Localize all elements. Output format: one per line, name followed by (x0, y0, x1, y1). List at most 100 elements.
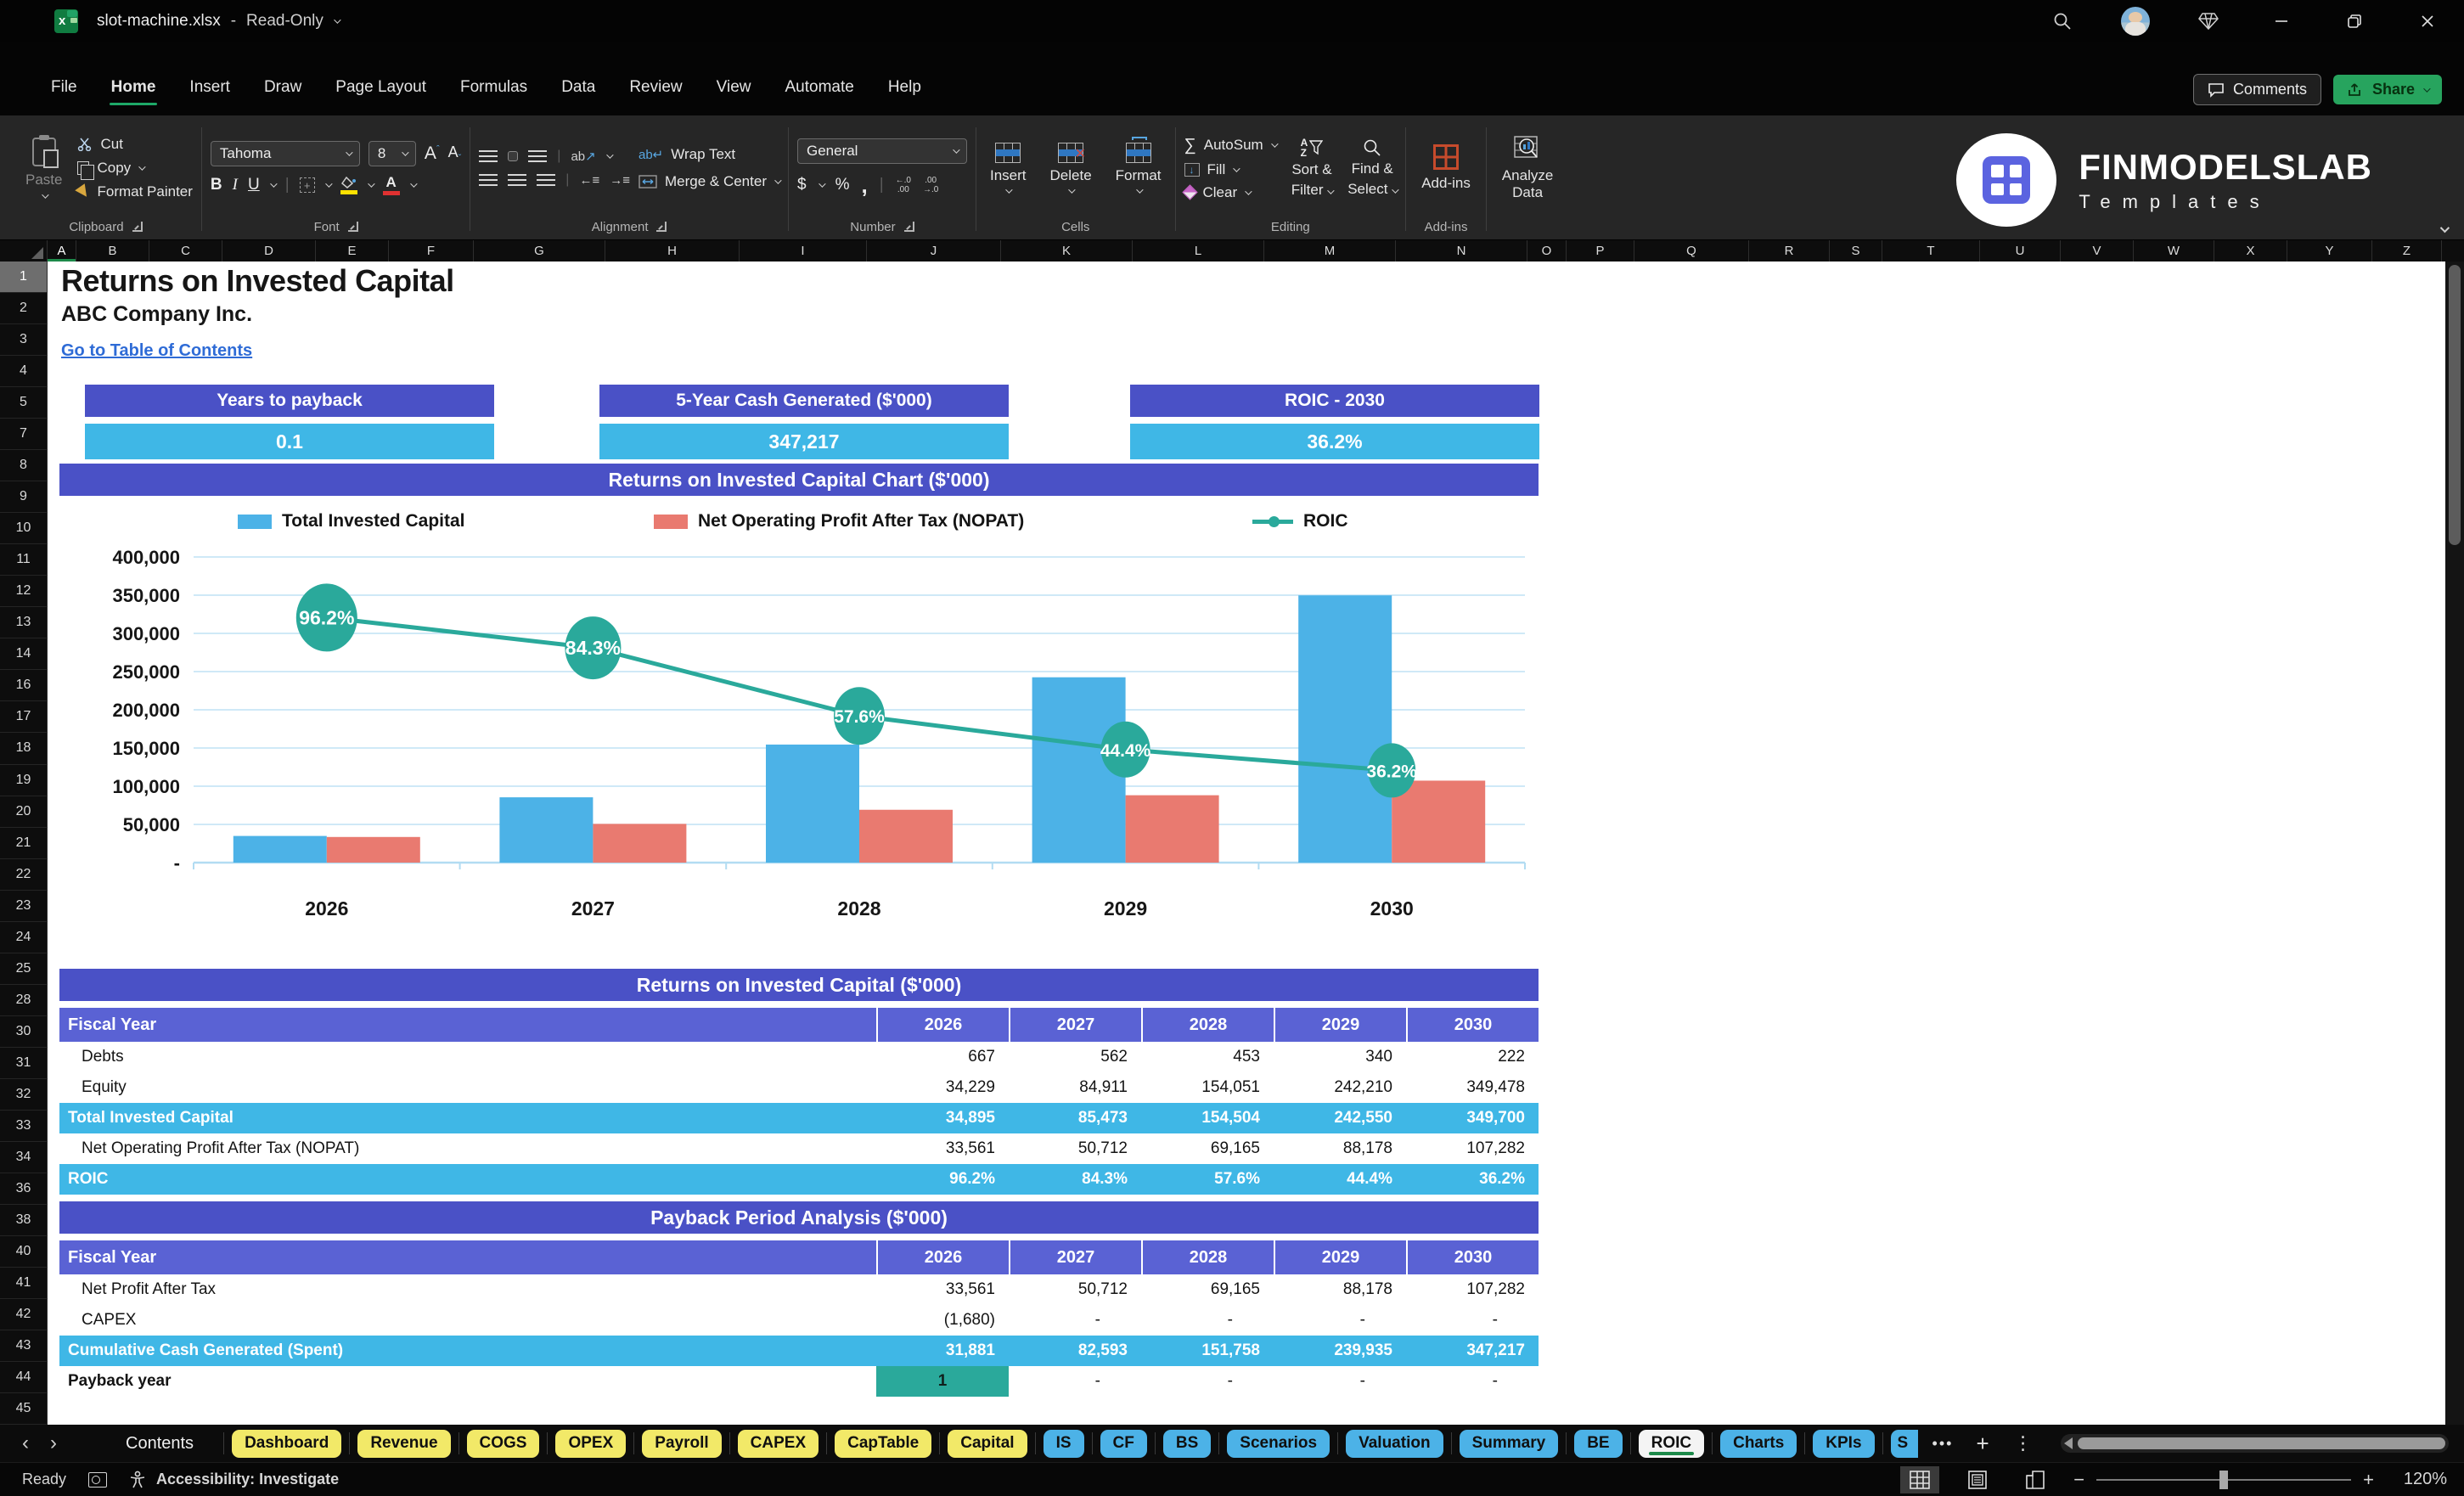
find-select-button[interactable]: Find & Select (1347, 138, 1399, 199)
cut-button[interactable]: Cut (77, 136, 192, 153)
format-painter-button[interactable]: Format Painter (75, 183, 193, 200)
alignment-dialog-launcher-icon[interactable] (656, 222, 667, 232)
underline-button[interactable]: U (248, 176, 260, 194)
column-header-H[interactable]: H (605, 240, 740, 262)
zoom-percentage[interactable]: 120% (2393, 1470, 2447, 1489)
horizontal-scrollbar[interactable] (2060, 1434, 2449, 1453)
row-header-3[interactable]: 3 (0, 324, 48, 357)
cell-value[interactable]: 57.6% (1141, 1164, 1274, 1195)
row-header-1[interactable]: 1 (0, 262, 48, 294)
column-header-E[interactable]: E (316, 240, 389, 262)
sheet-tab-contents[interactable]: Contents (71, 1434, 216, 1454)
cell-value[interactable]: 562 (1009, 1042, 1141, 1072)
sheet-tab-cf[interactable]: CF (1100, 1429, 1147, 1458)
cell-value[interactable]: - (1141, 1305, 1274, 1336)
column-header-Y[interactable]: Y (2287, 240, 2372, 262)
row-header-17[interactable]: 17 (0, 701, 48, 734)
row-header-21[interactable]: 21 (0, 827, 48, 859)
cell-value[interactable]: 349,478 (1406, 1072, 1539, 1103)
cell-value[interactable]: 151,758 (1141, 1336, 1274, 1366)
row-header-41[interactable]: 41 (0, 1268, 48, 1300)
worksheet-content[interactable]: Returns on Invested Capital ABC Company … (48, 262, 2445, 1425)
cell-value[interactable]: 340 (1274, 1042, 1406, 1072)
row-header-45[interactable]: 45 (0, 1393, 48, 1426)
cell-value[interactable]: - (1406, 1366, 1539, 1397)
row-header-18[interactable]: 18 (0, 733, 48, 765)
cell-value[interactable]: - (1274, 1305, 1406, 1336)
column-header-Q[interactable]: Q (1634, 240, 1749, 262)
vertical-scrollbar-thumb[interactable] (2449, 265, 2461, 545)
cell-value[interactable]: 349,700 (1406, 1103, 1539, 1133)
column-header-T[interactable]: T (1882, 240, 1980, 262)
cell-value[interactable]: 239,935 (1274, 1336, 1406, 1366)
align-bottom-icon[interactable] (528, 149, 548, 163)
sheet-tab-captable[interactable]: CapTable (835, 1429, 932, 1458)
vertical-scrollbar[interactable] (2445, 262, 2464, 1425)
column-header-Z[interactable]: Z (2372, 240, 2442, 262)
sheet-tab-summary[interactable]: Summary (1459, 1429, 1559, 1458)
cell-value[interactable]: 107,282 (1406, 1133, 1539, 1164)
column-header-C[interactable]: C (149, 240, 222, 262)
user-avatar[interactable] (2121, 7, 2150, 36)
sheet-tab-revenue[interactable]: Revenue (357, 1429, 451, 1458)
comments-button[interactable]: Comments (2192, 74, 2321, 105)
cell-value[interactable]: - (1141, 1366, 1274, 1397)
zoom-in-button[interactable]: + (2363, 1469, 2374, 1491)
cell-value[interactable]: 88,178 (1274, 1274, 1406, 1305)
row-header-13[interactable]: 13 (0, 607, 48, 639)
cell-value[interactable]: 36.2% (1406, 1164, 1539, 1195)
table-of-contents-link[interactable]: Go to Table of Contents (61, 341, 252, 361)
row-header-44[interactable]: 44 (0, 1362, 48, 1394)
font-size-select[interactable]: 8 (368, 141, 416, 166)
column-header-R[interactable]: R (1749, 240, 1830, 262)
menu-tab-automate[interactable]: Automate (783, 75, 855, 105)
sheet-tab-capital[interactable]: Capital (948, 1429, 1027, 1458)
cell-value[interactable]: 34,229 (876, 1072, 1009, 1103)
search-icon[interactable] (2048, 7, 2077, 36)
sheet-tab-opex[interactable]: OPEX (555, 1429, 627, 1458)
menu-tab-file[interactable]: File (49, 75, 79, 105)
comma-style-button[interactable]: , (861, 172, 867, 199)
read-only-chevron-icon[interactable] (334, 16, 341, 24)
increase-decimal-button[interactable]: ←.0.00 (896, 176, 911, 194)
row-header-24[interactable]: 24 (0, 921, 48, 953)
decrease-font-icon[interactable]: Aˇ (448, 143, 462, 164)
horizontal-scrollbar-thumb[interactable] (2077, 1437, 2445, 1449)
row-header-38[interactable]: 38 (0, 1204, 48, 1236)
column-header-D[interactable]: D (222, 240, 316, 262)
sheet-tab-roic[interactable]: ROIC (1638, 1429, 1705, 1458)
cell-value[interactable]: 85,473 (1009, 1103, 1141, 1133)
font-dialog-launcher-icon[interactable] (347, 222, 358, 232)
column-header-U[interactable]: U (1980, 240, 2061, 262)
normal-view-button[interactable] (1900, 1465, 1940, 1493)
cell-value[interactable]: 347,217 (1406, 1336, 1539, 1366)
sheet-tab-valuation[interactable]: Valuation (1346, 1429, 1443, 1458)
row-header-14[interactable]: 14 (0, 638, 48, 671)
merge-center-button[interactable]: Merge & Center (639, 173, 782, 190)
sheet-tab-kpis[interactable]: KPIs (1813, 1429, 1875, 1458)
orientation-chevron-icon[interactable] (605, 151, 614, 159)
font-color-button[interactable]: A (382, 175, 400, 195)
number-dialog-launcher-icon[interactable] (903, 222, 914, 232)
sheet-tab-dashboard[interactable]: Dashboard (232, 1429, 342, 1458)
sheet-tab-scenarios[interactable]: Scenarios (1227, 1429, 1330, 1458)
column-header-P[interactable]: P (1567, 240, 1634, 262)
orientation-button[interactable]: ab↗ (571, 149, 595, 164)
read-only-label[interactable]: Read-Only (246, 12, 323, 31)
cell-value[interactable]: 1 (876, 1366, 1009, 1397)
menu-tab-insert[interactable]: Insert (188, 75, 232, 105)
wrap-text-button[interactable]: ab↵ Wrap Text (639, 146, 779, 163)
cell-value[interactable]: 222 (1406, 1042, 1539, 1072)
cell-value[interactable]: 453 (1141, 1042, 1274, 1072)
row-header-42[interactable]: 42 (0, 1299, 48, 1331)
decrease-indent-icon[interactable]: ←≡ (579, 173, 599, 188)
cell-value[interactable]: 154,051 (1141, 1072, 1274, 1103)
cell-value[interactable]: - (1274, 1366, 1406, 1397)
align-top-icon[interactable] (479, 149, 498, 163)
column-header-K[interactable]: K (1001, 240, 1133, 262)
underline-chevron-icon[interactable] (269, 180, 278, 188)
menu-tab-draw[interactable]: Draw (262, 75, 303, 105)
row-header-7[interactable]: 7 (0, 419, 48, 451)
row-header-19[interactable]: 19 (0, 764, 48, 796)
zoom-slider-thumb[interactable] (2219, 1470, 2229, 1489)
